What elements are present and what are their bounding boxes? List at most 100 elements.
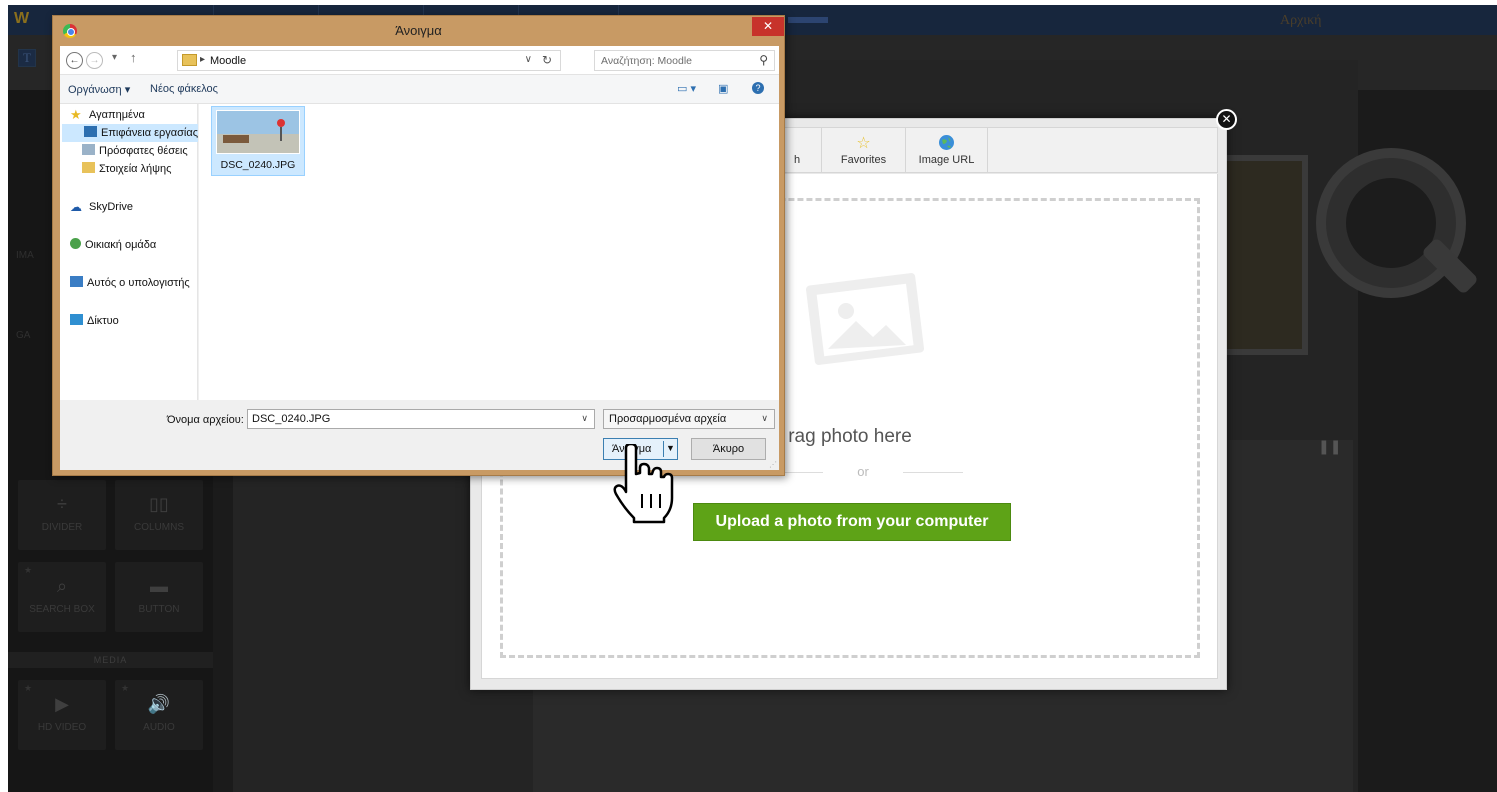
pause-icon: ❚❚: [1318, 438, 1342, 454]
organize-button[interactable]: Οργάνωση ▾: [68, 83, 130, 96]
view-options-icon[interactable]: ▭ ▾: [677, 82, 696, 95]
hand-cursor-icon: [613, 444, 674, 524]
widget-label: BUTTON: [138, 604, 180, 615]
weebly-logo: W: [14, 10, 30, 27]
recent-locations-icon[interactable]: ▾: [112, 52, 117, 63]
divider-icon: ÷: [57, 494, 67, 514]
downloads-icon: [82, 162, 95, 173]
nav-downloads[interactable]: Στοιχεία λήψης: [82, 160, 171, 178]
tab-favorites[interactable]: ☆ Favorites: [822, 128, 906, 173]
widget-hd-video[interactable]: ★ ▶ HD VIDEO: [18, 680, 106, 750]
dialog-close-button[interactable]: ✕: [752, 17, 784, 36]
widget-peek-label: GA: [16, 330, 31, 341]
desktop-icon: [84, 126, 97, 137]
image-thumbnail: [216, 110, 300, 154]
nav-label: Επιφάνεια εργασίας: [101, 127, 199, 139]
widget-label: COLUMNS: [133, 522, 184, 533]
open-file-dialog: Άνοιγμα ✕ ← → ▾ ↑ ▸ Moodle ∨ ↻ Αναζήτηση…: [52, 15, 785, 476]
nav-recent[interactable]: Πρόσφατες θέσεις: [82, 142, 188, 160]
tab-image-url[interactable]: Image URL: [906, 128, 988, 173]
file-list: DSC_0240.JPG: [199, 104, 779, 400]
file-type-select[interactable]: Προσαρμοσμένα αρχεία ∨: [603, 409, 775, 429]
close-icon[interactable]: ✕: [1216, 109, 1237, 130]
dialog-title: Άνοιγμα: [395, 23, 442, 38]
address-row: ← → ▾ ↑ ▸ Moodle ∨ ↻ Αναζήτηση: Moodle ⚲: [60, 46, 779, 75]
text-style-icon[interactable]: T: [18, 49, 36, 67]
globe-icon: [906, 134, 987, 154]
dialog-content: ← → ▾ ↑ ▸ Moodle ∨ ↻ Αναζήτηση: Moodle ⚲…: [60, 46, 779, 470]
widget-label: HD VIDEO: [37, 722, 87, 733]
sidebar-section-media: MEDIA: [8, 652, 213, 668]
filename-label: Όνομα αρχείου:: [167, 414, 244, 426]
address-bar[interactable]: ▸ Moodle ∨ ↻: [177, 50, 561, 71]
tab-label: h: [793, 154, 801, 166]
or-separator: or: [763, 464, 963, 480]
search-icon: ⚲: [759, 53, 768, 67]
nav-label: Πρόσφατες θέσεις: [99, 145, 188, 157]
audio-icon: 🔊: [147, 694, 171, 714]
widget-search-box[interactable]: ★ ⌕ SEARCH BOX: [18, 562, 106, 632]
thumbnail-detail: [277, 119, 285, 127]
nav-label: Αυτός ο υπολογιστής: [87, 277, 190, 289]
search-icon: ⌕: [56, 576, 68, 596]
chevron-down-icon[interactable]: ∨: [581, 413, 588, 424]
file-name: DSC_0240.JPG: [220, 159, 296, 171]
widget-divider[interactable]: ÷ DIVIDER: [18, 480, 106, 550]
forward-icon[interactable]: →: [86, 52, 103, 69]
widget-button[interactable]: ▬ BUTTON: [115, 562, 203, 632]
nav-skydrive[interactable]: ☁ SkyDrive: [70, 198, 133, 216]
resize-grip-icon[interactable]: ⋰: [769, 460, 777, 469]
filename-value: DSC_0240.JPG: [252, 413, 331, 425]
widget-label: DIVIDER: [41, 522, 83, 533]
widget-audio[interactable]: ★ 🔊 AUDIO: [115, 680, 203, 750]
thumbnail-detail: [223, 135, 249, 143]
up-icon[interactable]: ↑: [130, 50, 137, 65]
search-field[interactable]: Αναζήτηση: Moodle ⚲: [594, 50, 775, 71]
button-icon: ▬: [150, 576, 168, 596]
thumbnail-detail: [280, 127, 282, 141]
file-type-value: Προσαρμοσμένα αρχεία: [609, 413, 727, 425]
address-path: Moodle: [210, 55, 247, 67]
tab-label: Image URL: [918, 154, 975, 166]
nav-label: Δίκτυο: [87, 315, 119, 327]
nav-desktop[interactable]: Επιφάνεια εργασίας: [62, 124, 198, 142]
back-icon[interactable]: ←: [66, 52, 83, 69]
chevron-down-icon: ∨: [761, 413, 768, 423]
video-icon: ▶: [55, 694, 69, 714]
nav-label: SkyDrive: [89, 201, 134, 213]
cloud-icon: ☁: [70, 200, 82, 214]
nav-network[interactable]: Δίκτυο: [70, 312, 119, 330]
search-placeholder: Αναζήτηση: Moodle: [601, 55, 692, 67]
upload-photo-button[interactable]: Upload a photo from your computer: [693, 503, 1011, 541]
star-icon: ☆: [856, 135, 871, 152]
nav-label: Οικιακή ομάδα: [85, 239, 157, 251]
nav-label: Αγαπημένα: [89, 109, 145, 121]
site-nav-home[interactable]: Αρχική: [1280, 13, 1321, 29]
cancel-button[interactable]: Άκυρο: [691, 438, 766, 460]
filename-input[interactable]: DSC_0240.JPG ∨: [247, 409, 595, 429]
preview-pane-icon[interactable]: ▣: [718, 82, 728, 95]
address-dropdown-icon[interactable]: ∨: [525, 54, 532, 65]
widget-label: SEARCH BOX: [29, 604, 95, 615]
homegroup-icon: [70, 238, 81, 249]
star-icon: ★: [70, 107, 82, 122]
progress-indicator: [788, 17, 828, 23]
star-icon: ★: [24, 565, 33, 575]
new-folder-button[interactable]: Νέος φάκελος: [150, 83, 218, 95]
widget-columns[interactable]: ▯▯ COLUMNS: [115, 480, 203, 550]
star-icon: ★: [24, 683, 33, 693]
star-icon: ★: [121, 683, 130, 693]
nav-favorites[interactable]: ★ Αγαπημένα: [70, 106, 145, 124]
file-item[interactable]: DSC_0240.JPG: [211, 106, 305, 176]
breadcrumb-chevron-icon: ▸: [200, 54, 206, 65]
refresh-icon[interactable]: ↻: [542, 53, 552, 67]
nav-computer[interactable]: Αυτός ο υπολογιστής: [70, 274, 190, 292]
computer-icon: [70, 276, 83, 287]
dialog-toolbar: Οργάνωση ▾ Νέος φάκελος ▭ ▾ ▣ ?: [60, 75, 779, 104]
tab-label: Favorites: [840, 154, 887, 166]
help-icon[interactable]: ?: [752, 82, 764, 94]
recent-places-icon: [82, 144, 95, 155]
nav-homegroup[interactable]: Οικιακή ομάδα: [70, 236, 156, 254]
separator-line: [903, 472, 963, 473]
photo-placeholder-icon: [805, 273, 925, 365]
